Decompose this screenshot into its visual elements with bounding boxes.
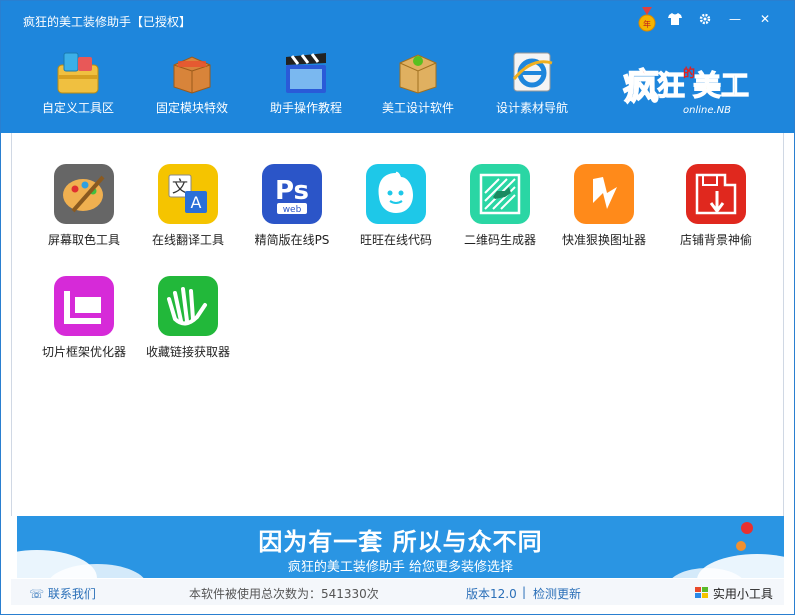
package-icon [399,54,437,94]
app-image-url-replacer[interactable]: 快准狠换图址器 [552,163,656,248]
app-label: 收藏链接获取器 [145,345,230,359]
app-label: 二维码生成器 [463,233,536,247]
toolbox-icon [57,52,99,94]
app-shop-background-grabber[interactable]: 店铺背景神偷 [664,163,768,248]
app-window: 疯狂的美工装修助手【已授权】 年 — ✕ 自定义工具区 固定模块特效 助手操作教… [0,0,795,615]
promo-banner[interactable]: 因为有一套 所以与众不同 疯狂的美工装修助手 给您更多装修选择 [17,516,784,578]
medal-icon[interactable]: 年 [637,7,657,33]
app-qrcode-generator[interactable]: 二维码生成器 [448,163,552,248]
toolbar-design-software[interactable]: 美工设计软件 [363,49,473,116]
app-label: 精简版在线PS [254,233,330,247]
settings-button[interactable] [690,7,720,31]
svg-text:美: 美 [693,69,721,102]
status-separator: | [522,585,527,599]
window-title: 疯狂的美工装修助手【已授权】 [23,15,192,29]
app-wangwang-code[interactable]: 旺旺在线代码 [344,163,448,248]
lightning-icon [574,164,634,224]
app-online-ps[interactable]: Ps web 精简版在线PS [240,163,344,248]
title-bar: 疯狂的美工装修助手【已授权】 年 — ✕ [1,1,794,37]
toolbar-label: 美工设计软件 [381,101,454,115]
main-toolbar: 自定义工具区 固定模块特效 助手操作教程 美工设计软件 设计素材导航 疯 狂 的… [1,37,794,133]
banner-headline: 因为有一套 所以与众不同 [258,528,543,556]
box-icon [173,56,211,94]
toolbar-label: 固定模块特效 [155,101,228,115]
svg-text:web: web [283,205,302,215]
app-grid: 屏幕取色工具 文 A 在线翻译工具 Ps web 精简版在线PS 旺旺在线代码 … [11,133,784,516]
svg-text:A: A [191,193,202,212]
version-label: 版本12.0 [466,587,517,601]
svg-text:狂: 狂 [657,69,685,102]
app-label: 切片框架优化器 [41,345,126,359]
skin-button[interactable] [660,7,690,31]
toolbar-label: 助手操作教程 [269,101,342,115]
windows-flag-icon [695,587,708,598]
toolbar-custom-tools[interactable]: 自定义工具区 [23,49,133,116]
shirt-icon [668,13,682,25]
app-label: 屏幕取色工具 [47,233,120,247]
svg-text:年: 年 [643,19,651,29]
app-screen-color-picker[interactable]: 屏幕取色工具 [32,163,136,248]
svg-text:Ps: Ps [275,176,309,206]
app-label: 快准狠换图址器 [561,233,646,247]
ie-browser-icon [512,52,553,92]
translate-icon: 文 A [158,164,218,224]
palette-icon [54,164,114,224]
utility-tools-button[interactable]: 实用小工具 [695,585,773,602]
wangwang-icon [366,164,426,224]
qrcode-icon [470,164,530,224]
app-label: 在线翻译工具 [151,233,224,247]
toolbar-tutorial[interactable]: 助手操作教程 [251,49,361,116]
minimize-button[interactable]: — [720,7,750,31]
gear-icon [699,13,711,25]
phone-icon: ☏ [29,587,45,601]
hand-wave-icon [158,276,218,336]
check-update-link[interactable]: 检测更新 [533,585,581,602]
save-down-icon [686,164,746,224]
svg-text:online.NB: online.NB [683,105,731,116]
contact-label: 联系我们 [47,587,96,601]
utility-tools-label: 实用小工具 [712,587,773,601]
app-slice-frame-optimizer[interactable]: 切片框架优化器 [32,275,136,360]
usage-count: 本软件被使用总次数为：541330次 [189,587,379,601]
photoshop-icon: Ps web [262,164,322,224]
svg-text:疯: 疯 [623,67,659,108]
brand-logo: 疯 狂 的 美 工 online.NB [622,65,749,116]
toolbar-label: 设计素材导航 [495,101,568,115]
toolbar-label: 自定义工具区 [41,101,114,115]
clapperboard-icon [286,53,326,93]
status-bar: ☏ 联系我们 本软件被使用总次数为：541330次 版本12.0 | 检测更新 … [11,579,784,605]
app-label: 店铺背景神偷 [679,233,752,247]
toolbar-fixed-modules[interactable]: 固定模块特效 [137,49,247,116]
toolbar-material-nav[interactable]: 设计素材导航 [477,49,587,116]
app-favorite-link-getter[interactable]: 收藏链接获取器 [136,275,240,360]
svg-text:工: 工 [721,69,749,102]
slice-frame-icon [54,276,114,336]
app-label: 旺旺在线代码 [359,233,432,247]
close-button[interactable]: ✕ [750,7,780,31]
app-online-translate[interactable]: 文 A 在线翻译工具 [136,163,240,248]
contact-link[interactable]: ☏ 联系我们 [29,585,96,602]
banner-subline: 疯狂的美工装修助手 给您更多装修选择 [287,560,514,575]
